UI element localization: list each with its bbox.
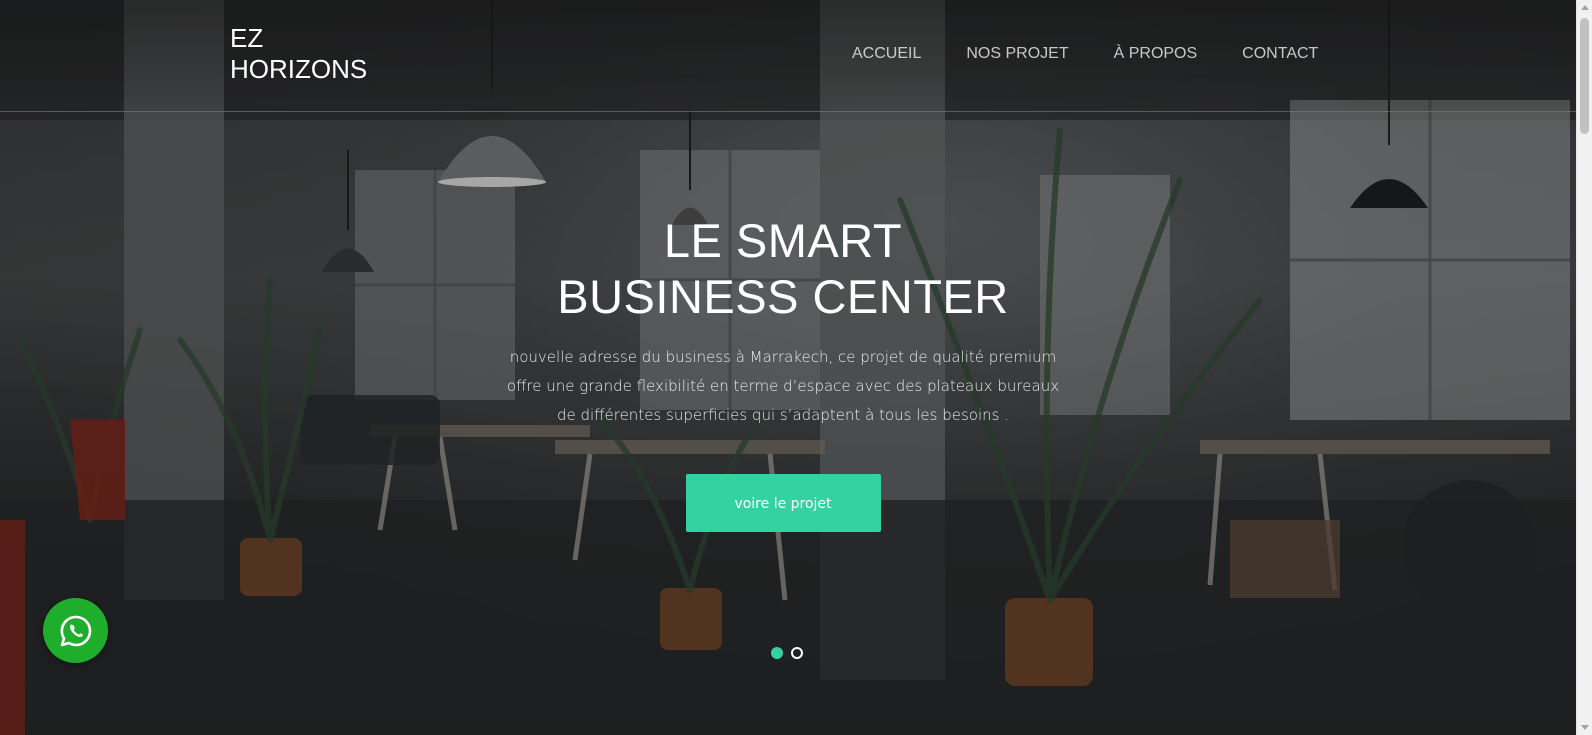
scroll-up-arrow-icon[interactable] [1581, 5, 1589, 10]
hero-title: LE SMART BUSINESS CENTER [557, 214, 1009, 323]
logo-line-2: HORIZONS [230, 54, 368, 84]
scroll-down-arrow-icon[interactable] [1581, 725, 1589, 730]
nav-item-contact[interactable]: CONTACT [1242, 45, 1318, 63]
view-project-button[interactable]: voire le projet [685, 474, 881, 532]
main-nav: ACCUEIL NOS PROJET À PROPOS CONTACT [852, 45, 1363, 63]
page-scrollbar[interactable] [1576, 0, 1592, 735]
whatsapp-chat-button[interactable] [43, 598, 108, 663]
site-logo[interactable]: EZ HORIZONS [230, 23, 400, 85]
nav-item-accueil[interactable]: ACCUEIL [852, 45, 921, 63]
nav-item-nos-projet[interactable]: NOS PROJET [966, 45, 1068, 63]
carousel-indicators [771, 647, 803, 659]
site-header: EZ HORIZONS ACCUEIL NOS PROJET À PROPOS … [0, 0, 1576, 112]
whatsapp-icon [60, 615, 91, 646]
browser-viewport: EZ HORIZONS ACCUEIL NOS PROJET À PROPOS … [0, 0, 1592, 735]
carousel-dot-1[interactable] [771, 647, 783, 659]
hero-slide-content: LE SMART BUSINESS CENTER nouvelle adress… [500, 213, 1066, 532]
scrollbar-thumb[interactable] [1580, 18, 1589, 134]
hero-description: nouvelle adresse du business à Marrakech… [506, 348, 1060, 424]
logo-line-1: EZ [230, 23, 264, 53]
carousel-dot-2[interactable] [791, 647, 803, 659]
nav-item-a-propos[interactable]: À PROPOS [1114, 45, 1198, 63]
